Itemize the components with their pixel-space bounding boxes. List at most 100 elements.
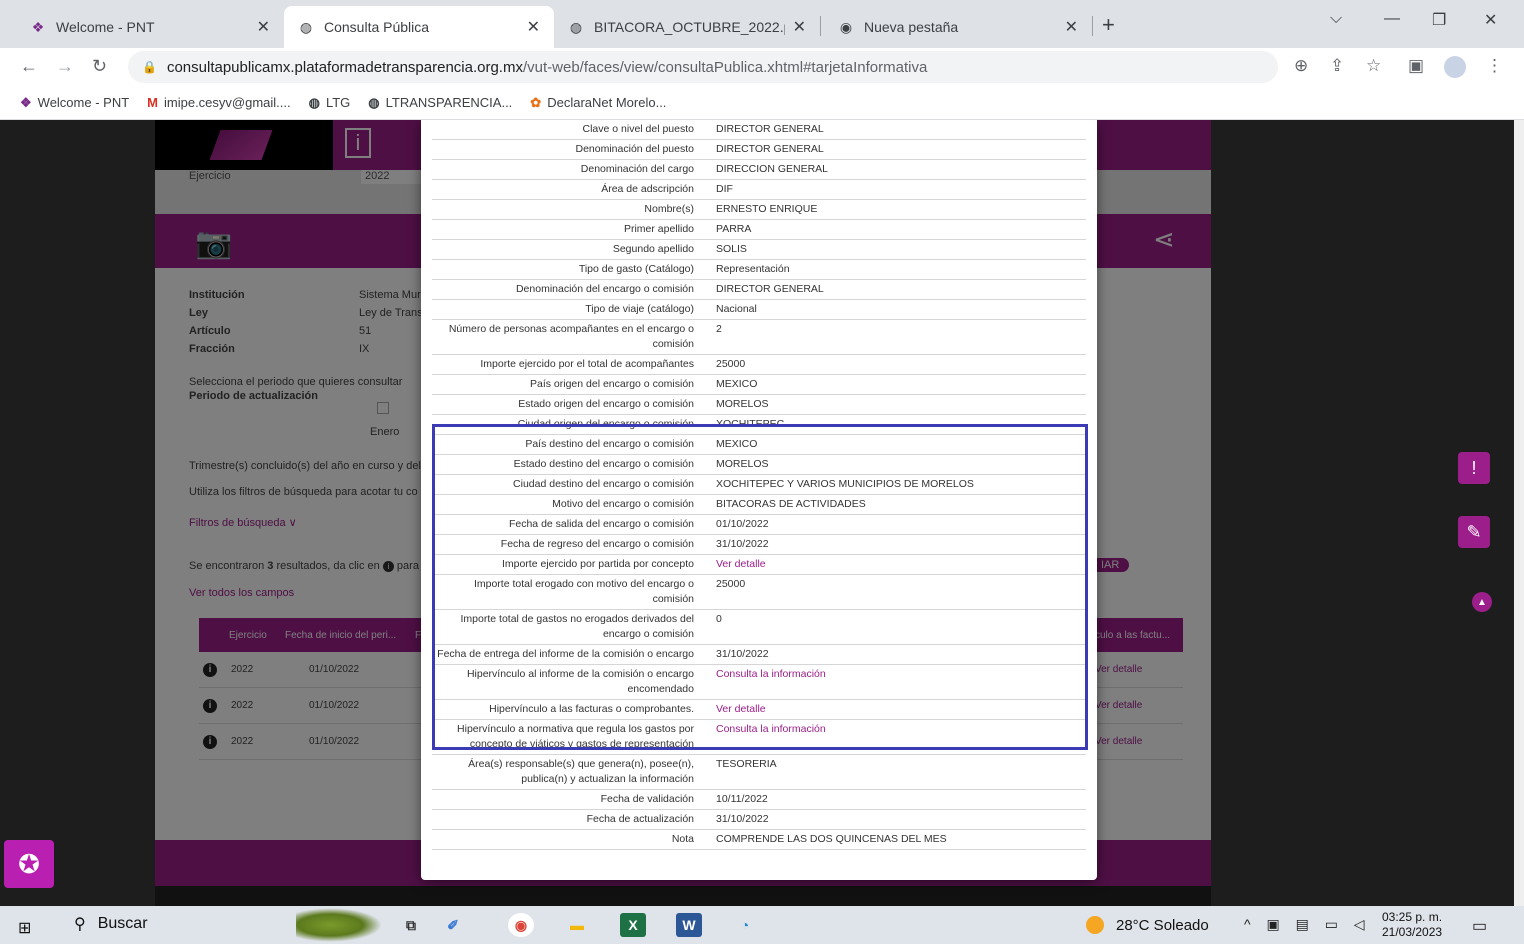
taskbar-clock[interactable]: 03:25 p. m. 21/03/2023 — [1382, 910, 1442, 940]
detail-field-value: XOCHITEPEC Y VARIOS MUNICIPIOS DE MORELO… — [716, 478, 974, 490]
detail-row: Área de adscripción DIF — [432, 180, 1086, 200]
bookmark-label: DeclaraNet Morelo... — [547, 95, 667, 110]
detail-row: País destino del encargo o comisión MEXIC… — [432, 435, 1086, 455]
detail-field-label: Motivo del encargo o comisión — [552, 498, 694, 510]
bookmark-star-icon[interactable]: ☆ — [1366, 56, 1381, 76]
detail-field-value: DIRECTOR GENERAL — [716, 283, 824, 295]
detail-field-value: 10/11/2022 — [716, 793, 768, 805]
detail-field-label: Clave o nivel del puesto — [582, 123, 695, 135]
system-tray-icons[interactable]: ^ ▣ ▤ ▭ ◁ — [1244, 916, 1371, 933]
detail-field-value: 31/10/2022 — [716, 648, 769, 660]
detail-field-label: Denominación del puesto — [575, 143, 695, 155]
browser-toolbar: ← → ↻ 🔒 consultapublicamx.plataformadetr… — [0, 48, 1524, 86]
paint-app-icon[interactable]: ✐ — [440, 913, 466, 937]
detail-field-label: Ciudad origen del encargo o comisión — [517, 418, 694, 430]
detail-row: Ciudad destino del encargo o comisión XOC… — [432, 475, 1086, 495]
notifications-icon[interactable]: ▭ — [1472, 916, 1487, 936]
restore-icon[interactable]: ❐ — [1432, 10, 1446, 30]
zoom-icon[interactable]: ⊕ — [1294, 56, 1308, 76]
detail-field-link[interactable]: Ver detalle — [706, 557, 1086, 572]
close-icon[interactable]: ✕ — [1065, 17, 1078, 37]
tools-wrench-icon[interactable]: ✎ — [1458, 516, 1490, 548]
detail-field-label: Fecha de regreso del encargo o comisión — [500, 538, 694, 550]
detail-field-link[interactable]: Consulta la información — [706, 722, 1086, 752]
bookmark-gmail[interactable]: M imipe.cesyv@gmail.... — [147, 95, 290, 110]
detail-field-value: PARRA — [716, 223, 752, 235]
detail-row: Primer apellido PARRA — [432, 220, 1086, 240]
search-highlight-image[interactable] — [296, 908, 382, 942]
detail-field-link[interactable]: Consulta la información — [706, 667, 1086, 697]
tab-nueva-pestana[interactable]: ◉ Nueva pestaña ✕ — [824, 6, 1092, 48]
weather-widget[interactable]: 28°C Soleado — [1086, 916, 1209, 934]
detail-field-label: Nombre(s) — [644, 203, 694, 215]
file-explorer-icon[interactable]: ▬ — [564, 913, 590, 937]
edge-app-icon[interactable]: ◔ — [732, 913, 758, 937]
detail-field-value: MEXICO — [716, 378, 758, 390]
tab-search-chevron-icon[interactable]: ⌵ — [1330, 10, 1342, 28]
bookmark-welcome-pnt[interactable]: ❖ Welcome - PNT — [20, 95, 129, 111]
close-icon[interactable]: ✕ — [257, 17, 270, 37]
detail-row: Nota COMPRENDE LAS DOS QUINCENAS DEL MES — [432, 830, 1086, 850]
close-icon[interactable]: ✕ — [793, 17, 806, 37]
chrome-app-icon[interactable]: ◉ — [508, 913, 534, 937]
report-alert-icon[interactable]: ! — [1458, 452, 1490, 484]
bookmarks-bar: ❖ Welcome - PNT M imipe.cesyv@gmail.... … — [0, 86, 1524, 120]
bookmark-declaranet[interactable]: ✿ DeclaraNet Morelo... — [530, 95, 666, 111]
forward-arrow-icon[interactable]: → — [56, 56, 74, 77]
detail-field-value: 01/10/2022 — [716, 518, 769, 530]
detail-field-value: 25000 — [716, 358, 746, 370]
taskbar-search[interactable]: ⚲ Buscar — [74, 914, 148, 934]
search-icon: ⚲ — [74, 916, 86, 933]
detail-field-label: Estado destino del encargo o comisión — [513, 458, 694, 470]
detail-field-label: Número de personas acompañantes en el en… — [448, 323, 694, 350]
detail-field-link[interactable]: Ver detalle — [706, 702, 1086, 717]
detail-field-value: Nacional — [716, 303, 757, 315]
detail-row: Estado destino del encargo o comisión MOR… — [432, 455, 1086, 475]
bookmark-ltg[interactable]: ◍ LTG — [309, 95, 351, 111]
detail-field-value: 2 — [716, 323, 722, 335]
task-view-icon[interactable]: ⧉ — [398, 913, 424, 937]
detail-row: Hipervínculo a normativa que regula los … — [432, 720, 1086, 755]
detail-row: Clave o nivel del puesto DIRECTOR GENERAL — [432, 120, 1086, 140]
minimize-icon[interactable]: — — [1384, 10, 1400, 28]
bookmark-label: Welcome - PNT — [37, 95, 130, 110]
detail-field-label: Fecha de actualización — [586, 813, 694, 825]
window-close-icon[interactable]: ✕ — [1484, 10, 1497, 30]
reload-icon[interactable]: ↻ — [92, 56, 107, 77]
side-panel-icon[interactable]: ▣ — [1408, 56, 1424, 76]
address-bar[interactable]: 🔒 consultapublicamx.plataformadetranspar… — [128, 51, 1278, 83]
detail-row: Fecha de entrega del informe de la comis… — [432, 645, 1086, 665]
detail-field-label: Área(s) responsable(s) que genera(n), po… — [468, 758, 694, 785]
scroll-top-icon[interactable]: ▲ — [1472, 592, 1492, 612]
menu-kebab-icon[interactable]: ⋮ — [1486, 56, 1503, 76]
accessibility-icon[interactable]: ✪ — [4, 840, 54, 888]
detail-field-label: Estado origen del encargo o comisión — [518, 398, 694, 410]
page-scrollbar[interactable] — [1514, 120, 1524, 906]
detail-row: Importe total de gastos no erogados deri… — [432, 610, 1086, 645]
excel-app-icon[interactable]: X — [620, 913, 646, 937]
new-tab-plus-icon[interactable]: + — [1102, 12, 1115, 38]
detail-field-value: COMPRENDE LAS DOS QUINCENAS DEL MES — [716, 833, 947, 845]
detail-row: Fecha de validación 10/11/2022 — [432, 790, 1086, 810]
detail-row: Segundo apellido SOLIS — [432, 240, 1086, 260]
detail-field-value: BITACORAS DE ACTIVIDADES — [716, 498, 866, 510]
profile-avatar[interactable] — [1444, 56, 1466, 78]
detail-row: Hipervínculo a las facturas o comprobant… — [432, 700, 1086, 720]
bookmark-ltransparencia[interactable]: ◍ LTRANSPARENCIA... — [368, 95, 512, 111]
back-arrow-icon[interactable]: ← — [20, 56, 38, 77]
detail-field-value: 31/10/2022 — [716, 813, 769, 825]
tab-welcome-pnt[interactable]: ❖ Welcome - PNT ✕ — [16, 6, 284, 48]
word-app-icon[interactable]: W — [676, 913, 702, 937]
windows-start-icon[interactable]: ⊞ — [18, 918, 31, 938]
close-icon[interactable]: ✕ — [527, 17, 540, 37]
detail-field-label: Importe ejercido por el total de acompañ… — [480, 358, 694, 370]
detail-field-label: Denominación del cargo — [580, 163, 694, 175]
detail-field-label: Ciudad destino del encargo o comisión — [513, 478, 694, 490]
detail-field-label: Importe total erogado con motivo del enc… — [473, 578, 694, 605]
globe-icon: ◍ — [299, 18, 313, 35]
detail-row: Fecha de salida del encargo o comisión 01… — [432, 515, 1086, 535]
share-page-icon[interactable]: ⇪ — [1330, 56, 1344, 76]
detail-row: Tipo de viaje (catálogo) Nacional — [432, 300, 1086, 320]
tab-consulta-publica[interactable]: ◍ Consulta Pública ✕ — [284, 6, 554, 48]
tab-bitacora-pdf[interactable]: ◍ BITACORA_OCTUBRE_2022.pdf ✕ — [554, 6, 820, 48]
